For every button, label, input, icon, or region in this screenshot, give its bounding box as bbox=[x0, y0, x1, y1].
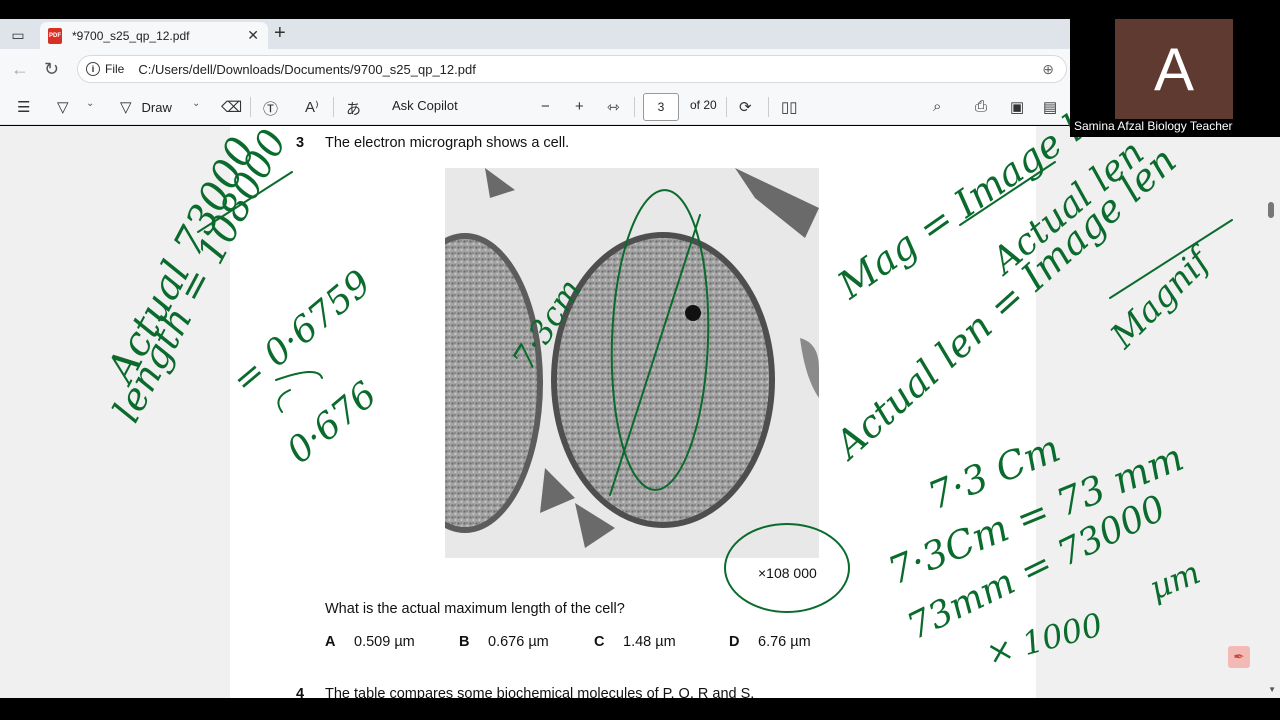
separator bbox=[726, 97, 727, 117]
address-bar: ← ↻ i File C:/Users/dell/Downloads/Docum… bbox=[0, 49, 1070, 89]
search-icon[interactable]: ⌕ bbox=[933, 98, 941, 115]
option-a-letter: A bbox=[325, 634, 336, 650]
question-number: 3 bbox=[296, 135, 305, 151]
zoom-in-icon[interactable]: + bbox=[575, 98, 584, 115]
save-as-icon[interactable]: ▤ bbox=[1043, 98, 1057, 116]
option-c-value: 1.48 µm bbox=[623, 634, 676, 650]
vertical-scrollbar[interactable]: ▲ ▼ bbox=[1264, 126, 1280, 698]
next-question-number: 4 bbox=[296, 686, 305, 698]
url-field[interactable]: i File C:/Users/dell/Downloads/Documents… bbox=[77, 55, 1067, 83]
adobe-sign-icon[interactable]: ✒ bbox=[1228, 646, 1250, 668]
draw-button[interactable]: ▽ Draw bbox=[120, 98, 172, 116]
tab-title: *9700_s25_qp_12.pdf bbox=[72, 28, 190, 43]
url-text[interactable]: C:/Users/dell/Downloads/Documents/9700_s… bbox=[138, 62, 475, 77]
electron-micrograph bbox=[445, 168, 819, 558]
ask-copilot-button[interactable]: Ask Copilot bbox=[392, 98, 458, 113]
highlight-dropdown-icon[interactable]: ⌄ bbox=[86, 98, 94, 109]
translate-icon[interactable]: あ bbox=[346, 98, 361, 119]
close-tab-icon[interactable]: ✕ bbox=[247, 27, 259, 44]
option-d-letter: D bbox=[729, 634, 740, 650]
refresh-icon[interactable]: ↻ bbox=[44, 59, 59, 80]
option-b-letter: B bbox=[459, 634, 470, 650]
pdf-page: 3 The electron micrograph shows a cell. bbox=[230, 126, 1036, 698]
option-a-value: 0.509 µm bbox=[354, 634, 415, 650]
text-box-icon[interactable]: Ⓣ bbox=[263, 98, 278, 119]
contents-list-icon[interactable]: ☰ bbox=[17, 98, 30, 116]
separator bbox=[250, 97, 251, 117]
save-icon[interactable]: ▣ bbox=[1010, 98, 1024, 116]
question-prompt: What is the actual maximum length of the… bbox=[325, 601, 625, 617]
print-icon[interactable]: ⎙ bbox=[975, 98, 987, 115]
page-total: of 20 bbox=[690, 98, 717, 112]
browser-tab[interactable]: PDF *9700_s25_qp_12.pdf ✕ bbox=[40, 22, 268, 49]
eraser-icon[interactable]: ⌫ bbox=[221, 98, 242, 116]
page-view-icon[interactable]: ▯▯ bbox=[781, 98, 798, 116]
tab-actions-icon[interactable]: ▭ bbox=[6, 24, 30, 46]
question-text: The electron micrograph shows a cell. bbox=[325, 135, 570, 151]
pdf-toolbar: ☰ ▽ ⌄ ▽ Draw ⌄ ⌫ Ⓣ A⁾ あ Ask Copilot − + … bbox=[0, 89, 1070, 125]
tab-bar: ▭ PDF *9700_s25_qp_12.pdf ✕ + bbox=[0, 19, 1070, 49]
pdf-file-icon: PDF bbox=[48, 27, 62, 44]
separator bbox=[768, 97, 769, 117]
next-question-text: The table compares some biochemical mole… bbox=[325, 686, 755, 698]
draw-dropdown-icon[interactable]: ⌄ bbox=[192, 98, 200, 109]
option-c-letter: C bbox=[594, 634, 605, 650]
scroll-down-icon[interactable]: ▼ bbox=[1268, 685, 1276, 694]
presenter-name: Samina Afzal Biology Teacher bbox=[1074, 119, 1233, 133]
magnification-label: ×108 000 bbox=[758, 565, 817, 581]
read-aloud-icon[interactable]: A⁾ bbox=[305, 98, 319, 116]
fit-page-icon[interactable]: ⇿ bbox=[607, 98, 620, 116]
bottom-letterbox bbox=[0, 698, 1280, 720]
screen: ▭ PDF *9700_s25_qp_12.pdf ✕ + ← ↻ i File… bbox=[0, 0, 1280, 720]
new-tab-icon[interactable]: + bbox=[274, 22, 286, 45]
separator bbox=[634, 97, 635, 117]
url-scheme: File bbox=[105, 62, 125, 76]
option-b-value: 0.676 µm bbox=[488, 634, 549, 650]
back-arrow-icon[interactable]: ← bbox=[11, 59, 29, 80]
rotate-icon[interactable]: ⟳ bbox=[739, 98, 752, 116]
zoom-icon[interactable]: ⊕ bbox=[1042, 61, 1054, 78]
info-icon[interactable]: i bbox=[86, 62, 100, 76]
zoom-out-icon[interactable]: − bbox=[541, 98, 550, 115]
avatar: A bbox=[1115, 19, 1233, 119]
page-number-input[interactable]: 3 bbox=[643, 93, 679, 121]
scroll-thumb[interactable] bbox=[1268, 202, 1274, 218]
webcam-overlay: A Samina Afzal Biology Teacher bbox=[1070, 19, 1280, 137]
pdf-viewer[interactable]: 3 The electron micrograph shows a cell. bbox=[0, 126, 1280, 698]
draw-pen-icon: ▽ bbox=[120, 99, 132, 116]
separator bbox=[333, 97, 334, 117]
option-d-value: 6.76 µm bbox=[758, 634, 811, 650]
draw-label: Draw bbox=[141, 99, 172, 115]
highlight-icon[interactable]: ▽ bbox=[57, 98, 69, 116]
